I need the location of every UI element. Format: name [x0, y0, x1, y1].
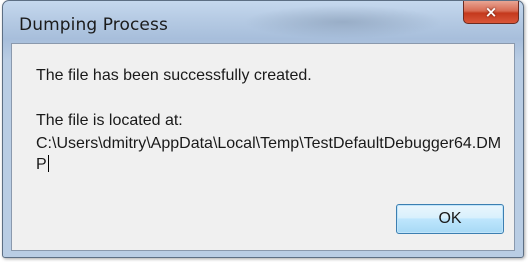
dialog-title: Dumping Process — [19, 15, 168, 35]
success-message: The file has been successfully created. — [36, 67, 312, 84]
file-path-value: C:\Users\dmitry\AppData\Local\Temp\TestD… — [36, 135, 502, 173]
title-bar-background — [243, 5, 443, 39]
text-caret — [47, 155, 49, 172]
file-path-text[interactable]: C:\Users\dmitry\AppData\Local\Temp\TestD… — [36, 133, 506, 175]
close-icon: × — [484, 2, 498, 21]
location-label: The file is located at: — [36, 112, 183, 129]
close-button[interactable]: × — [463, 1, 519, 24]
dialog-content: The file has been successfully created. … — [11, 43, 515, 251]
ok-button[interactable]: OK — [396, 204, 504, 234]
dialog-window: Dumping Process × The file has been succ… — [2, 0, 524, 258]
